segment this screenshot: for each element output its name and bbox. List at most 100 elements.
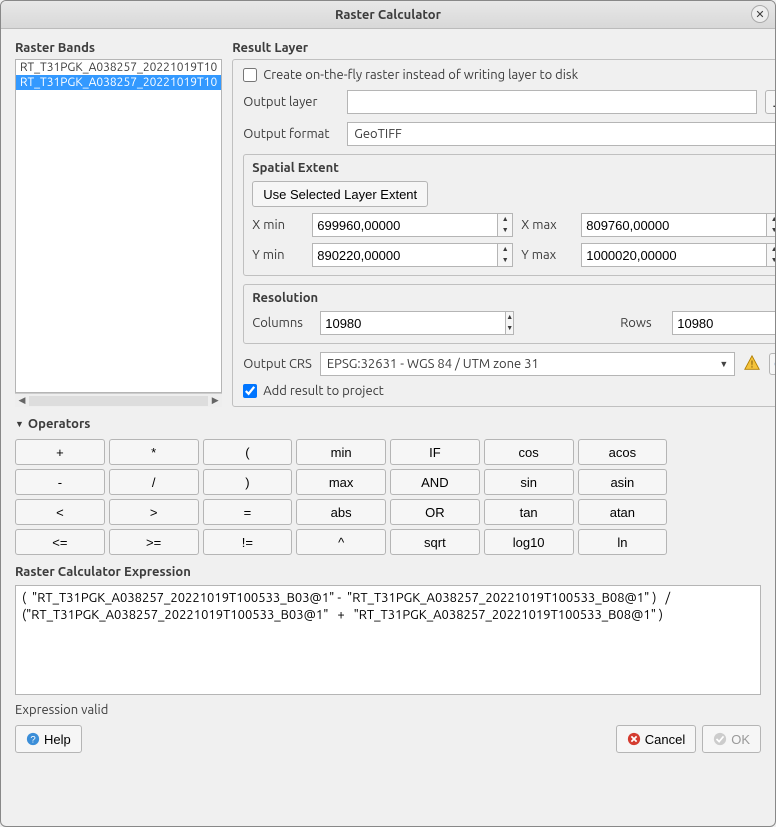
operator-button-sin[interactable]: sin <box>484 469 574 495</box>
result-layer-label: Result Layer <box>232 41 775 55</box>
chevron-down-icon: ▼ <box>15 419 24 429</box>
result-layer-panel: Create on-the-fly raster instead of writ… <box>232 59 775 407</box>
expression-label: Raster Calculator Expression <box>15 565 761 579</box>
output-crs-value: EPSG:32631 - WGS 84 / UTM zone 31 <box>327 357 539 371</box>
raster-calculator-window: Raster Calculator ✕ Raster Bands RT_T31P… <box>0 0 776 827</box>
columns-label: Columns <box>252 316 312 330</box>
operator-button-max[interactable]: max <box>296 469 386 495</box>
spin-up-icon[interactable]: ▲ <box>767 214 775 225</box>
operator-button-[interactable]: - <box>15 469 105 495</box>
raster-bands-label: Raster Bands <box>15 41 222 55</box>
output-format-label: Output format <box>243 127 339 141</box>
horizontal-scrollbar[interactable]: ◀ ▶ <box>15 393 222 407</box>
ok-button[interactable]: OK <box>702 725 761 753</box>
operator-button-[interactable]: / <box>109 469 199 495</box>
spatial-extent-group: Spatial Extent Use Selected Layer Extent… <box>243 154 775 276</box>
output-layer-label: Output layer <box>243 95 339 109</box>
operator-button-[interactable]: * <box>109 439 199 465</box>
operator-button-[interactable]: = <box>203 499 293 525</box>
warning-icon: ! <box>743 354 761 375</box>
svg-text:?: ? <box>30 735 35 746</box>
xmin-label: X min <box>252 218 304 232</box>
onthefly-label: Create on-the-fly raster instead of writ… <box>263 68 578 82</box>
operator-button-cos[interactable]: cos <box>484 439 574 465</box>
help-button[interactable]: ? Help <box>15 725 82 753</box>
cancel-button[interactable]: Cancel <box>616 725 696 753</box>
operator-button-and[interactable]: AND <box>390 469 480 495</box>
operator-button-[interactable]: != <box>203 529 293 555</box>
add-result-checkbox-row[interactable]: Add result to project <box>243 384 775 398</box>
spin-up-icon[interactable]: ▲ <box>767 244 775 255</box>
operator-button-[interactable]: ^ <box>296 529 386 555</box>
output-format-select[interactable]: GeoTIFF ▼ <box>347 122 775 146</box>
spin-down-icon[interactable]: ▼ <box>767 255 775 266</box>
xmin-input[interactable]: ▲▼ <box>312 213 513 237</box>
operator-button-abs[interactable]: abs <box>296 499 386 525</box>
operator-button-[interactable]: < <box>15 499 105 525</box>
operators-label: Operators <box>28 417 91 431</box>
ymax-input[interactable]: ▲▼ <box>581 243 775 267</box>
spin-down-icon[interactable]: ▼ <box>767 225 775 236</box>
operator-button-sqrt[interactable]: sqrt <box>390 529 480 555</box>
raster-bands-list[interactable]: RT_T31PGK_A038257_20221019T10 RT_T31PGK_… <box>15 59 222 393</box>
operator-button-atan[interactable]: atan <box>578 499 668 525</box>
chevron-down-icon: ▼ <box>719 359 728 369</box>
spin-up-icon[interactable]: ▲ <box>506 312 513 323</box>
columns-input[interactable]: ▲▼ <box>320 311 430 335</box>
operator-button-tan[interactable]: tan <box>484 499 574 525</box>
output-layer-input[interactable] <box>347 90 757 114</box>
help-icon: ? <box>26 732 40 746</box>
cancel-icon <box>627 732 641 746</box>
window-title: Raster Calculator <box>335 8 441 22</box>
expression-status: Expression valid <box>15 703 761 717</box>
titlebar: Raster Calculator ✕ <box>1 1 775 29</box>
xmax-label: X max <box>521 218 573 232</box>
spin-down-icon[interactable]: ▼ <box>498 225 512 236</box>
operator-button-[interactable]: ) <box>203 469 293 495</box>
onthefly-checkbox-row[interactable]: Create on-the-fly raster instead of writ… <box>243 68 775 82</box>
rows-input[interactable]: ▲▼ <box>672 311 775 335</box>
scroll-right-icon[interactable]: ▶ <box>208 395 222 406</box>
spin-down-icon[interactable]: ▼ <box>498 255 512 266</box>
operator-button-min[interactable]: min <box>296 439 386 465</box>
use-selected-extent-button[interactable]: Use Selected Layer Extent <box>252 181 428 207</box>
operator-button-asin[interactable]: asin <box>578 469 668 495</box>
operator-button-if[interactable]: IF <box>390 439 480 465</box>
operator-button-log10[interactable]: log10 <box>484 529 574 555</box>
add-result-checkbox[interactable] <box>243 384 257 398</box>
close-button[interactable]: ✕ <box>751 5 769 23</box>
operator-button-[interactable]: ( <box>203 439 293 465</box>
ok-icon <box>713 732 727 746</box>
operator-button-[interactable]: >= <box>109 529 199 555</box>
operators-grid: +*(minIFcosacos-/)maxANDsinasin<>=absORt… <box>15 439 761 555</box>
ymin-label: Y min <box>252 248 304 262</box>
crs-picker-button[interactable] <box>769 353 775 375</box>
operator-button-or[interactable]: OR <box>390 499 480 525</box>
output-crs-label: Output CRS <box>243 357 312 371</box>
xmax-input[interactable]: ▲▼ <box>581 213 775 237</box>
ymin-input[interactable]: ▲▼ <box>312 243 513 267</box>
operator-button-ln[interactable]: ln <box>578 529 668 555</box>
list-item[interactable]: RT_T31PGK_A038257_20221019T10 <box>16 75 221 90</box>
resolution-group: Resolution Columns ▲▼ Rows ▲▼ <box>243 284 775 344</box>
add-result-label: Add result to project <box>263 384 384 398</box>
expression-textarea[interactable] <box>15 585 761 695</box>
scroll-left-icon[interactable]: ◀ <box>15 395 29 406</box>
spin-up-icon[interactable]: ▲ <box>498 214 512 225</box>
svg-text:!: ! <box>751 358 754 369</box>
spin-down-icon[interactable]: ▼ <box>506 323 513 334</box>
list-item[interactable]: RT_T31PGK_A038257_20221019T10 <box>16 60 221 75</box>
onthefly-checkbox[interactable] <box>243 68 257 82</box>
output-crs-select[interactable]: EPSG:32631 - WGS 84 / UTM zone 31 ▼ <box>320 352 735 376</box>
rows-label: Rows <box>620 316 664 330</box>
operator-button-[interactable]: <= <box>15 529 105 555</box>
ymax-label: Y max <box>521 248 573 262</box>
resolution-label: Resolution <box>252 291 775 305</box>
spin-up-icon[interactable]: ▲ <box>498 244 512 255</box>
operator-button-acos[interactable]: acos <box>578 439 668 465</box>
scroll-track[interactable] <box>29 396 208 406</box>
operator-button-[interactable]: + <box>15 439 105 465</box>
operators-toggle[interactable]: ▼ Operators <box>15 417 761 431</box>
operator-button-[interactable]: > <box>109 499 199 525</box>
browse-button[interactable]: … <box>765 90 775 114</box>
